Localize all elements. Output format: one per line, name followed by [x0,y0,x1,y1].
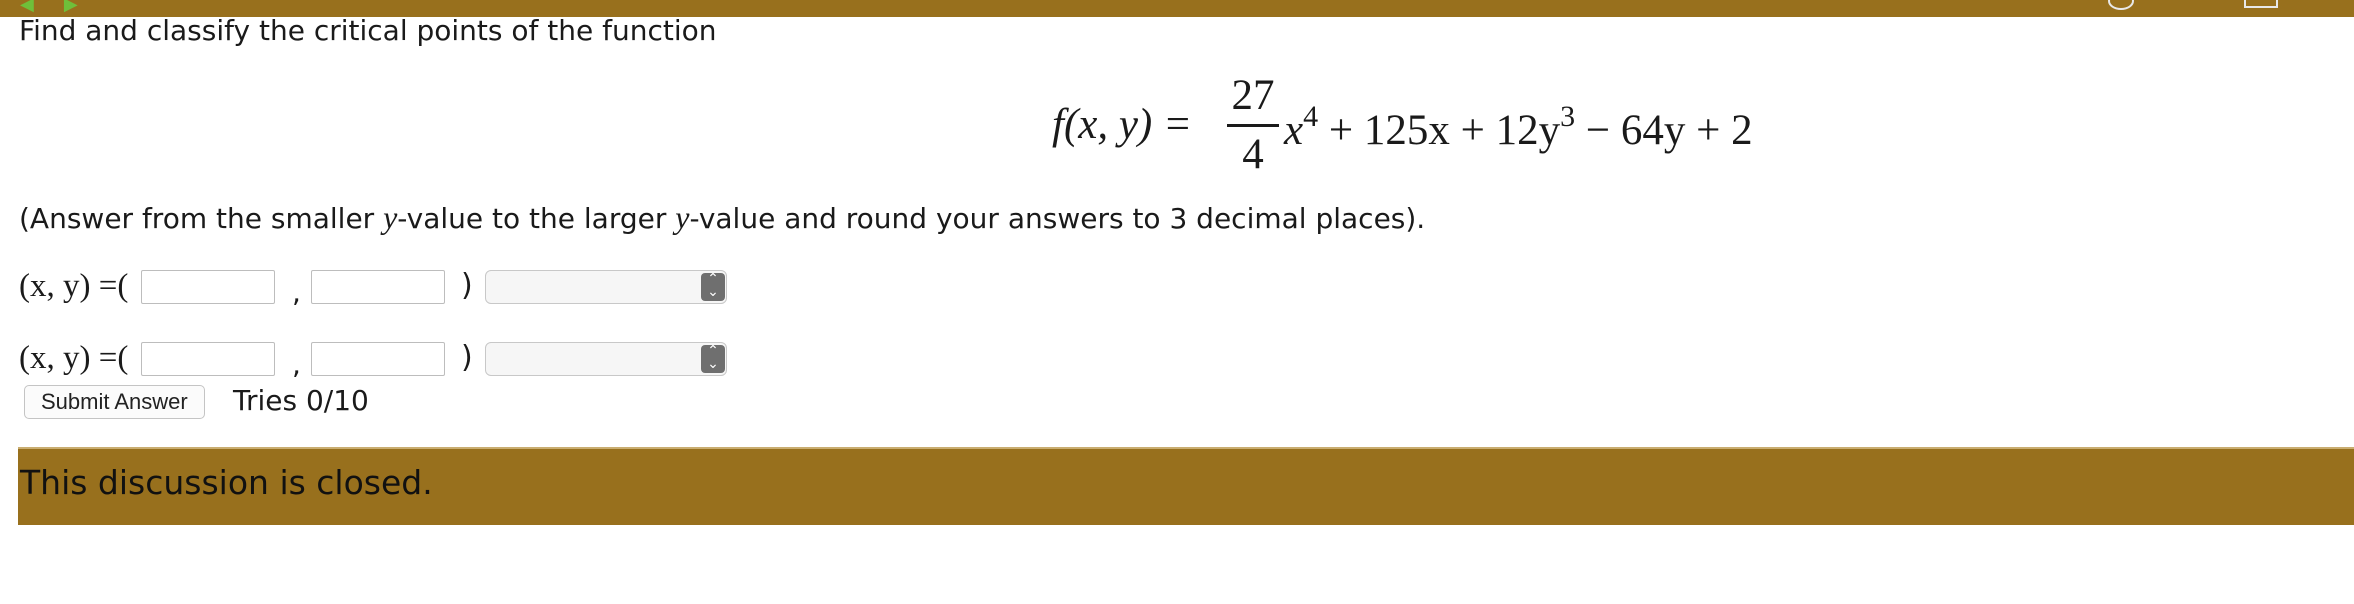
instruction-var: y [675,199,690,235]
forward-arrow-icon[interactable]: ▶ [64,0,108,15]
close-paren: ) [461,340,473,375]
close-paren: ) [461,268,473,303]
y-value-input-2[interactable] [311,342,445,376]
point-label: (x, y) =( [19,268,129,304]
point-label: (x, y) =( [19,340,129,376]
instruction-part2: -value to the larger [397,202,676,235]
term2: + 125x + 12y [1328,107,1561,154]
term2-exponent: 3 [1560,100,1576,133]
comma-separator: , [292,348,301,381]
term1-exponent: 4 [1303,100,1319,133]
tries-counter: Tries 0/10 [233,384,369,417]
submit-answer-button[interactable]: Submit Answer [24,385,205,419]
fraction-denominator: 4 [1242,131,1264,178]
term3: − 64y + 2 [1585,107,1753,154]
x-value-input-1[interactable] [141,270,275,304]
discussion-closed-message: This discussion is closed. [20,463,433,502]
instruction-part3: -value and round your answers to 3 decim… [689,202,1426,235]
fraction-numerator: 27 [1231,72,1275,119]
panel-icon[interactable] [2244,0,2278,8]
formula-rhs: x4 + 125x + 12y3 − 64y + 2 [1284,100,1753,155]
back-arrow-icon[interactable]: ◀ [20,0,64,15]
fraction-bar [1227,124,1279,127]
x-value-input-2[interactable] [141,342,275,376]
discussion-closed-banner: This discussion is closed. [18,447,2354,525]
select-stepper-icon: ⌃ ⌄ [701,272,725,301]
answer-instruction: (Answer from the smaller y-value to the … [19,199,1425,236]
select-stepper-icon: ⌃ ⌄ [701,344,725,373]
classification-select-2[interactable]: ⌃ ⌄ [485,342,727,376]
instruction-var: y [383,199,398,235]
classification-select-1[interactable]: ⌃ ⌄ [485,270,727,304]
problem-prompt: Find and classify the critical points of… [19,14,717,47]
formula-fraction: 27 4 [1227,72,1279,179]
term1-var: x [1284,107,1304,154]
formula-lhs: f(x, y) = [1052,101,1193,148]
nav-arrows[interactable]: ◀▶ [20,0,108,15]
comma-separator: , [292,276,301,309]
y-value-input-1[interactable] [311,270,445,304]
help-icon[interactable] [2108,0,2134,10]
instruction-part1: (Answer from the smaller [19,202,384,235]
